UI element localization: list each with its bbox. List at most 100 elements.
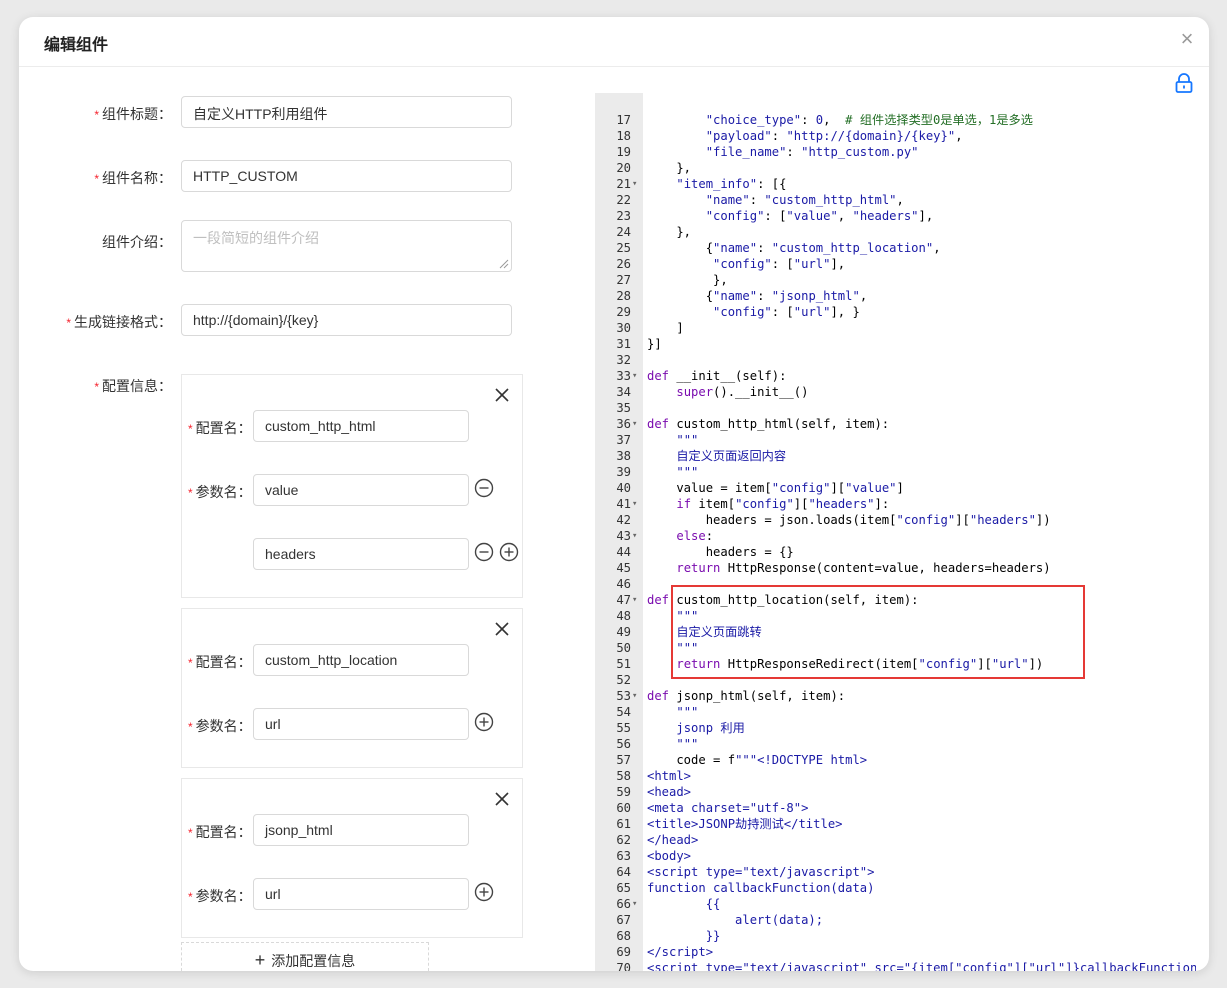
fold-arrow-icon[interactable]: ▾ (632, 176, 642, 192)
line-number: 57 (616, 753, 631, 767)
config-name-input[interactable]: custom_http_html (253, 410, 469, 442)
line-number: 56 (616, 737, 631, 751)
config-name-input[interactable]: jsonp_html (253, 814, 469, 846)
code-line: 30 ] (595, 320, 1196, 336)
code-line: 27 }, (595, 272, 1196, 288)
fold-arrow-icon[interactable]: ▾ (632, 528, 642, 544)
code-line: 41 ▾ if item["config"]["headers"]: (595, 496, 1196, 512)
line-number: 34 (616, 385, 631, 399)
code-line: 45 return HttpResponse(content=value, he… (595, 560, 1196, 576)
resize-grip-icon[interactable] (499, 259, 509, 269)
code-line: 29 "config": ["url"], } (595, 304, 1196, 320)
code-text: "name": "custom_http_html", (705, 193, 904, 207)
code-text: "file_name": "http_custom.py" (705, 145, 919, 159)
param-input[interactable]: url (253, 878, 469, 910)
name-input[interactable]: HTTP_CUSTOM (181, 160, 512, 192)
fold-arrow-icon[interactable]: ▾ (632, 496, 642, 512)
highlight-box (671, 585, 1085, 679)
line-number: 68 (616, 929, 631, 943)
code-line: 39 """ (595, 464, 1196, 480)
line-number: 31 (616, 337, 631, 351)
code-text: headers = {} (647, 545, 794, 559)
intro-textarea[interactable]: 一段简短的组件介绍 (181, 220, 512, 272)
plus-circle-icon[interactable] (499, 542, 519, 562)
title-input[interactable]: 自定义HTTP利用组件 (181, 96, 512, 128)
line-number: 39 (616, 465, 631, 479)
line-number: 32 (616, 353, 631, 367)
code-text: <head> (647, 785, 692, 799)
line-number: 26 (616, 257, 631, 271)
fold-arrow-icon[interactable]: ▾ (632, 592, 642, 608)
config-name-input[interactable]: custom_http_location (253, 644, 469, 676)
line-number: 52 (616, 673, 631, 687)
code-line: 26 "config": ["url"], (595, 256, 1196, 272)
param-input[interactable]: value (253, 474, 469, 506)
line-number: 17 (616, 113, 631, 127)
param-input[interactable]: url (253, 708, 469, 740)
code-line: 59 <head> (595, 784, 1196, 800)
code-line: 25 {"name": "custom_http_location", (595, 240, 1196, 256)
code-text: <html> (647, 769, 692, 783)
remove-config-icon[interactable] (494, 621, 510, 637)
code-line: 35 (595, 400, 1196, 416)
lock-icon[interactable] (1175, 73, 1193, 93)
line-number: 49 (616, 625, 631, 639)
line-number: 22 (616, 193, 631, 207)
code-line: 17 "choice_type": 0, # 组件选择类型0是单选，1是多选 (595, 112, 1196, 128)
plus-circle-icon[interactable] (474, 712, 494, 732)
code-line: 28 {"name": "jsonp_html", (595, 288, 1196, 304)
fold-arrow-icon[interactable]: ▾ (632, 416, 642, 432)
remove-config-icon[interactable] (494, 387, 510, 403)
code-text: <script type="text/javascript"> (647, 865, 875, 879)
line-number: 59 (616, 785, 631, 799)
minus-circle-icon[interactable] (474, 478, 494, 498)
name-label: * 组件名称： (94, 170, 172, 186)
code-line: 68 }} (595, 928, 1196, 944)
param-input[interactable]: headers (253, 538, 469, 570)
code-text: code = f"""<!DOCTYPE html> (647, 753, 868, 767)
code-text: }] (647, 337, 662, 351)
modal-header: 编辑组件 × (19, 17, 1209, 67)
fold-arrow-icon[interactable]: ▾ (632, 688, 642, 704)
code-line: 24 }, (595, 224, 1196, 240)
code-text: "config": ["url"], } (713, 305, 860, 319)
fold-arrow-icon[interactable]: ▾ (632, 368, 642, 384)
close-icon[interactable]: × (1177, 28, 1197, 50)
remove-config-icon[interactable] (494, 791, 510, 807)
minus-circle-icon[interactable] (474, 542, 494, 562)
code-line: 21 ▾ "item_info": [{ (595, 176, 1196, 192)
line-number: 66 (616, 897, 631, 911)
code-line: 19 "file_name": "http_custom.py" (595, 144, 1196, 160)
config-name-label: * 配置名： (188, 824, 252, 840)
code-line: 65 function callbackFunction(data) (595, 880, 1196, 896)
code-line: 37 """ (595, 432, 1196, 448)
code-editor[interactable]: 17 "choice_type": 0, # 组件选择类型0是单选，1是多选 18… (595, 93, 1196, 971)
line-number: 18 (616, 129, 631, 143)
line-number: 61 (616, 817, 631, 831)
code-line: 64 <script type="text/javascript"> (595, 864, 1196, 880)
config-name-label: * 配置名： (188, 654, 252, 670)
code-text: {{ (647, 897, 721, 911)
add-config-button[interactable]: + 添加配置信息 (181, 942, 429, 971)
line-number: 21 (616, 177, 631, 191)
param-name-label: * 参数名： (188, 888, 252, 904)
link-format-label: * 生成链接格式： (66, 314, 172, 330)
code-text: </head> (647, 833, 699, 847)
code-text: def jsonp_html(self, item): (647, 689, 846, 703)
line-number: 42 (616, 513, 631, 527)
line-number: 43 (616, 529, 631, 543)
code-line: 54 """ (595, 704, 1196, 720)
code-line: 31}] (595, 336, 1196, 352)
line-number: 70 (616, 961, 631, 971)
link-format-input[interactable]: http://{domain}/{key} (181, 304, 512, 336)
code-line: 66 ▾ {{ (595, 896, 1196, 912)
plus-circle-icon[interactable] (474, 882, 494, 902)
fold-arrow-icon[interactable]: ▾ (632, 896, 642, 912)
code-text: "choice_type": 0, # 组件选择类型0是单选，1是多选 (705, 113, 1033, 127)
code-line: 61 <title>JSONP劫持测试</title> (595, 816, 1196, 832)
line-number: 65 (616, 881, 631, 895)
config-card: * 配置名： custom_http_html * 参数名： value heade… (181, 374, 523, 598)
code-text: }, (647, 225, 692, 239)
code-line: 42 headers = json.loads(item["config"]["… (595, 512, 1196, 528)
code-text: {"name": "jsonp_html", (647, 289, 868, 303)
